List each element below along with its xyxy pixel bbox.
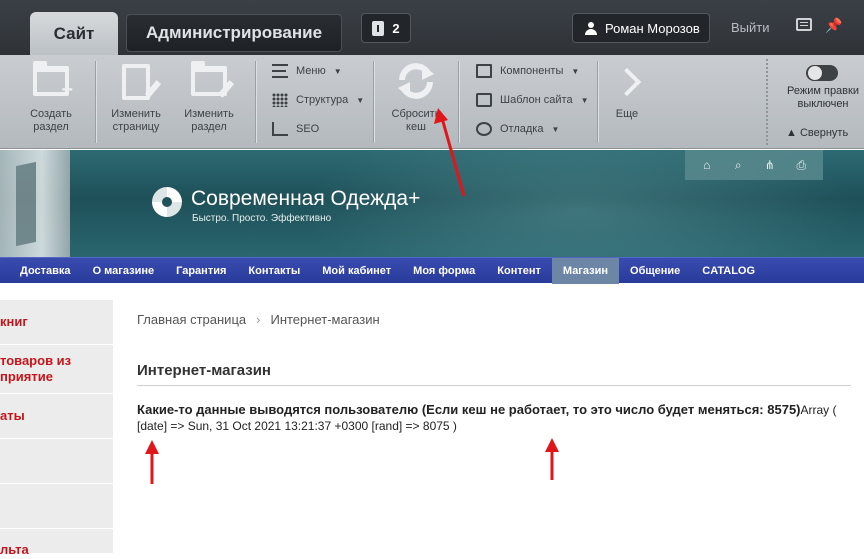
breadcrumb: Главная страница › Интернет-магазин <box>137 312 380 327</box>
sidebar-item[interactable]: товаров из приятие <box>0 345 113 394</box>
more-button[interactable]: Еще <box>594 60 660 121</box>
header-icon-bar: ⌂ ⌕ ⋔ ⎙ <box>685 150 823 180</box>
nav-item-about[interactable]: О магазине <box>82 258 166 284</box>
admin-panel-top: Сайт Администрирование 2 Роман Морозов В… <box>0 0 864 55</box>
menu-icon <box>272 64 288 78</box>
pin-icon[interactable]: 📌 <box>825 17 842 34</box>
search-icon[interactable]: ⌕ <box>731 158 745 172</box>
cached-number: 8575) <box>767 402 801 417</box>
notifications-button[interactable]: 2 <box>361 13 411 43</box>
sidebar-item[interactable]: книг <box>0 300 113 345</box>
nav-item-shop[interactable]: Магазин <box>551 258 620 284</box>
nav-item-content[interactable]: Контент <box>486 258 552 284</box>
collapse-arrow-icon: ▲ <box>786 127 800 139</box>
components-button[interactable]: Компоненты ▼ <box>476 62 579 80</box>
sidebar-item[interactable]: аты <box>0 394 113 439</box>
annotation-arrow <box>545 438 559 480</box>
edit-section-label: Изменить раздел <box>184 108 234 133</box>
collapse-button[interactable]: ▲ Свернуть <box>786 127 848 139</box>
seo-label: SEO <box>296 123 320 135</box>
sidebar-item[interactable]: льта <box>0 529 113 559</box>
sitemap-icon[interactable]: ⋔ <box>763 158 777 172</box>
site-template-label: Шаблон сайта <box>500 94 573 106</box>
refresh-icon <box>394 60 438 102</box>
sidebar-item[interactable] <box>0 439 113 484</box>
create-section-label: Создать раздел <box>30 108 72 133</box>
left-sidebar: книг товаров из приятие аты льта <box>0 300 113 559</box>
menu-label: Меню <box>296 65 326 77</box>
edit-page-button[interactable]: Изменить страницу <box>103 60 169 134</box>
main-nav: Доставка О магазине Гарантия Контакты Мо… <box>0 257 864 284</box>
nav-item-cabinet[interactable]: Мой кабинет <box>311 258 402 284</box>
site-logo-title[interactable]: Современная Одежда+ <box>191 187 420 211</box>
more-label: Еще <box>615 108 639 120</box>
annotation-arrow <box>145 440 159 484</box>
tab-site[interactable]: Сайт <box>30 12 118 55</box>
edit-mode-toggle[interactable] <box>806 65 838 81</box>
site-template-button[interactable]: Шаблон сайта ▼ <box>476 91 589 109</box>
create-section-button[interactable]: + Создать раздел <box>18 60 84 134</box>
annotation-arrow <box>434 108 466 197</box>
structure-label: Структура <box>296 94 349 106</box>
menu-button[interactable]: Меню ▼ <box>272 62 342 80</box>
seo-button[interactable]: SEO <box>272 120 319 138</box>
page-title: Интернет-магазин <box>137 362 271 379</box>
site-logo-subtitle: Быстро. Просто. Эффективно <box>192 213 332 224</box>
user-name: Роман Морозов <box>605 20 700 36</box>
tab-administration[interactable]: Администрирование <box>126 14 342 52</box>
user-menu-button[interactable]: Роман Морозов <box>572 13 710 43</box>
logout-link[interactable]: Выйти <box>731 20 770 35</box>
edit-mode-label: Режим правки выключен <box>787 85 859 110</box>
sidebar-item[interactable] <box>0 484 113 529</box>
nav-item-catalog[interactable]: CATALOG <box>691 258 766 284</box>
logo-icon <box>152 187 182 217</box>
content-text: Какие-то данные выводятся пользователю (… <box>137 402 837 434</box>
title-divider <box>137 385 851 386</box>
notification-icon <box>372 20 385 36</box>
nav-item-contacts[interactable]: Контакты <box>237 258 311 284</box>
notifications-count: 2 <box>392 20 400 36</box>
chevron-right-icon <box>612 67 642 97</box>
structure-button[interactable]: Структура ▼ <box>272 91 364 109</box>
components-label: Компоненты <box>500 65 564 77</box>
edit-section-button[interactable]: Изменить раздел <box>176 60 242 134</box>
home-icon[interactable]: ⌂ <box>700 158 714 172</box>
breadcrumb-separator: › <box>256 312 261 327</box>
structure-icon <box>272 93 288 107</box>
debug-label: Отладка <box>500 123 544 135</box>
nav-item-warranty[interactable]: Гарантия <box>165 258 237 284</box>
monitor-image <box>0 150 70 257</box>
keyboard-icon[interactable] <box>796 18 812 31</box>
debug-button[interactable]: Отладка ▼ <box>476 120 559 138</box>
breadcrumb-current: Интернет-магазин <box>270 312 380 327</box>
print-icon[interactable]: ⎙ <box>794 158 808 172</box>
edit-page-label: Изменить страницу <box>111 108 161 133</box>
user-icon <box>585 21 597 35</box>
components-icon <box>476 64 492 78</box>
nav-item-my-form[interactable]: Моя форма <box>402 258 486 284</box>
nav-item-delivery[interactable]: Доставка <box>0 258 82 284</box>
seo-chart-icon <box>272 122 288 136</box>
cache-info-text: Какие-то данные выводятся пользователю (… <box>137 402 764 417</box>
nav-item-community[interactable]: Общение <box>619 258 691 284</box>
breadcrumb-home[interactable]: Главная страница <box>137 312 246 327</box>
